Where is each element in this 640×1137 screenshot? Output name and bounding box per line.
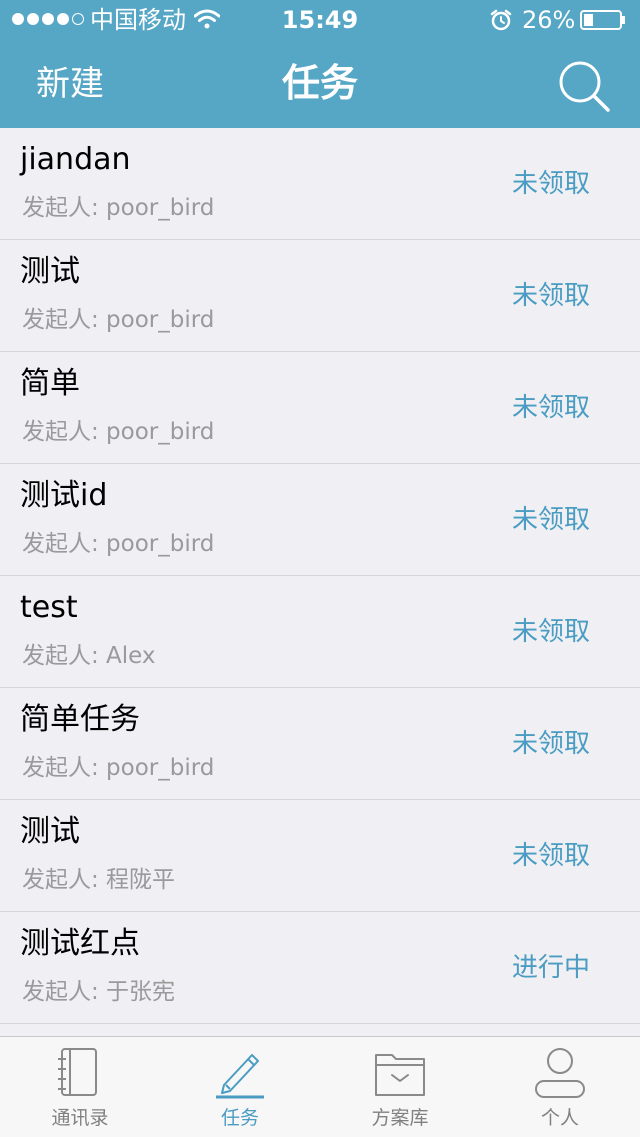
tab-contacts[interactable]: 通讯录	[0, 1037, 160, 1137]
search-icon[interactable]	[552, 54, 616, 118]
task-status: 未领取	[512, 169, 591, 199]
task-title: 测试红点	[20, 926, 140, 961]
tab-plan-library[interactable]: 方案库	[320, 1037, 480, 1137]
task-title: 测试id	[20, 478, 108, 513]
task-row[interactable]: 简单 发起人: poor_bird 未领取	[0, 352, 640, 464]
tab-label: 个人	[540, 1107, 579, 1129]
task-row[interactable]: jiandan 发起人: poor_bird 未领取	[0, 128, 640, 240]
status-bar: 中国移动 15:49 26%	[0, 0, 640, 40]
task-initiator: 发起人: poor_bird	[22, 195, 215, 221]
task-status: 未领取	[512, 505, 591, 535]
task-title: 简单任务	[20, 702, 140, 737]
task-status: 未领取	[512, 729, 591, 759]
task-title: 测试	[20, 814, 80, 849]
tab-profile[interactable]: 个人	[480, 1037, 640, 1137]
task-title: jiandan	[20, 142, 131, 177]
task-initiator: 发起人: Alex	[22, 643, 156, 669]
tab-label: 任务	[220, 1107, 259, 1129]
task-status: 未领取	[512, 281, 591, 311]
task-initiator: 发起人: poor_bird	[22, 755, 215, 781]
task-initiator: 发起人: poor_bird	[22, 307, 215, 333]
contacts-icon	[58, 1048, 97, 1096]
task-title: 测试	[20, 254, 80, 289]
battery-percentage: 26%	[522, 6, 576, 34]
battery-icon	[580, 10, 625, 30]
task-initiator: 发起人: 程陇平	[22, 867, 176, 893]
task-row[interactable]: test 发起人: Alex 未领取	[0, 576, 640, 688]
task-row[interactable]: 测试id 发起人: poor_bird 未领取	[0, 464, 640, 576]
navigation-bar: 新建 任务	[0, 40, 640, 128]
task-status: 未领取	[512, 841, 591, 871]
person-icon	[535, 1048, 585, 1098]
task-title: test	[20, 590, 78, 625]
task-initiator: 发起人: 于张宪	[22, 979, 176, 1005]
pencil-icon	[216, 1054, 264, 1099]
task-row[interactable]: 测试 发起人: 程陇平 未领取	[0, 800, 640, 912]
task-status: 未领取	[512, 617, 591, 647]
tab-label: 通讯录	[51, 1107, 109, 1129]
tab-bar: 通讯录 任务 方案库 个人	[0, 1036, 640, 1137]
task-row[interactable]: 测试红点 发起人: 于张宪 进行中	[0, 912, 640, 1024]
alarm-clock-icon	[490, 9, 512, 31]
task-status: 未领取	[512, 393, 591, 423]
task-list: jiandan 发起人: poor_bird 未领取 测试 发起人: poor_…	[0, 128, 640, 1024]
task-initiator: 发起人: poor_bird	[22, 419, 215, 445]
folder-icon	[375, 1054, 425, 1096]
header-bar: 中国移动 15:49 26% 新建 任务	[0, 0, 640, 128]
page-title: 任务	[281, 61, 358, 105]
task-title: 简单	[20, 366, 80, 401]
tab-tasks[interactable]: 任务	[160, 1037, 320, 1137]
tab-label: 方案库	[371, 1107, 429, 1129]
task-row[interactable]: 测试 发起人: poor_bird 未领取	[0, 240, 640, 352]
task-row[interactable]: 简单任务 发起人: poor_bird 未领取	[0, 688, 640, 800]
task-status: 进行中	[512, 953, 591, 983]
task-initiator: 发起人: poor_bird	[22, 531, 215, 557]
